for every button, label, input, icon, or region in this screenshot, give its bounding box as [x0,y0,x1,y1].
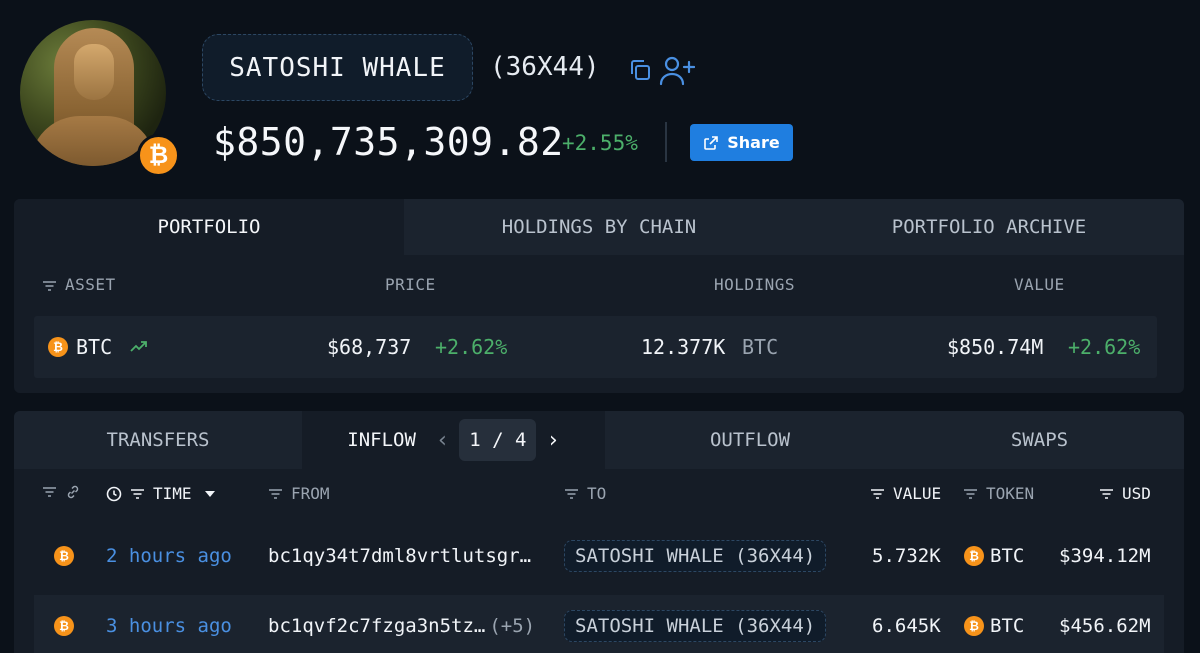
tab-swaps[interactable]: SWAPS [895,411,1184,469]
entity-name: SATOSHI WHALE [229,52,446,83]
column-from[interactable]: FROM [268,484,330,503]
column-value-label: VALUE [893,484,942,503]
table-row[interactable]: ₿ 3 hours ago bc1qvf2c7fzga3n5tz… (+5) S… [34,595,1164,653]
row-to-pill: SATOSHI WHALE (36X44) [564,610,827,642]
btc-icon: ₿ [54,616,74,636]
link-icon [67,485,79,499]
filter-icon [131,488,144,499]
page-indicator: 1 / 4 [459,419,537,461]
tab-transfers[interactable]: TRANSFERS [14,411,302,469]
tab-holdings-by-chain[interactable]: HOLDINGS BY CHAIN [404,199,794,255]
btc-icon: ₿ [964,546,984,566]
row-value: 5.732K [872,545,941,567]
column-price[interactable]: PRICE [385,275,436,294]
tab-portfolio-archive[interactable]: PORTFOLIO ARCHIVE [794,199,1184,255]
asset-price-change: +2.62% [435,335,508,359]
column-from-label: FROM [291,484,330,503]
column-time-label: TIME [153,484,192,503]
filter-icon [1100,488,1113,499]
page-separator: / [492,429,504,451]
btc-icon: ₿ [54,546,74,566]
header-divider [665,122,667,162]
btc-icon: ₿ [48,337,68,357]
filter-icon [43,280,56,291]
chevron-left-icon[interactable]: ‹ [436,428,449,453]
portfolio-card: PORTFOLIO HOLDINGS BY CHAIN PORTFOLIO AR… [14,199,1184,393]
btc-badge-icon: ₿ [137,134,180,177]
row-from-extra: (+5) [489,615,536,637]
row-token-label: BTC [990,615,1025,637]
row-token[interactable]: ₿ BTC [964,525,1024,587]
tab-portfolio[interactable]: PORTFOLIO [14,199,404,255]
filter-icon [565,488,578,499]
column-token[interactable]: TOKEN [963,484,1034,503]
tab-inflow-label: INFLOW [347,429,416,451]
row-usd: $394.12M [1059,545,1151,567]
external-link-icon [704,135,719,150]
asset-cell: ₿ BTC [48,316,148,378]
pagination: ‹ 1 / 4 › [436,419,560,461]
filter-icon [269,488,282,499]
asset-holdings-unit: BTC [742,335,779,359]
tab-outflow[interactable]: OUTFLOW [605,411,895,469]
transfer-tabs: TRANSFERS INFLOW ‹ 1 / 4 › OUTFLOW SWAPS [14,411,1184,469]
tab-inflow[interactable]: INFLOW ‹ 1 / 4 › [302,411,605,469]
entity-name-pill[interactable]: SATOSHI WHALE [202,34,473,101]
asset-symbol: BTC [76,335,113,359]
asset-row[interactable]: ₿ BTC $68,737 +2.62% 12.377K BTC $850.74… [34,316,1157,378]
clock-icon [106,486,122,501]
row-value: 6.645K [872,615,941,637]
chevron-right-icon[interactable]: › [546,428,559,453]
asset-price: $68,737 [327,335,412,359]
entity-id-suffix: (36X44) [490,52,600,82]
column-to-label: TO [587,484,607,503]
row-to[interactable]: SATOSHI WHALE (36X44) [564,595,827,653]
page-current: 1 [469,429,481,451]
filter-icon [43,487,56,497]
page-total: 4 [515,429,527,451]
trend-up-icon [130,341,148,352]
column-filters[interactable] [42,484,81,500]
portfolio-tabs: PORTFOLIO HOLDINGS BY CHAIN PORTFOLIO AR… [14,199,1184,255]
column-usd-label: USD [1122,484,1151,503]
column-holdings[interactable]: HOLDINGS [714,275,795,294]
column-token-label: TOKEN [986,484,1035,503]
row-from[interactable]: bc1qy34t7dml8vrtlutsgr… [268,525,531,587]
add-user-icon[interactable] [659,54,695,86]
total-change-percent: +2.55% [562,131,638,155]
row-usd: $456.62M [1059,615,1151,637]
column-value[interactable]: VALUE [870,484,941,503]
row-time[interactable]: 3 hours ago [106,595,232,653]
share-button[interactable]: Share [690,124,793,161]
row-to[interactable]: SATOSHI WHALE (36X44) [564,525,827,587]
asset-value: $850.74M [947,335,1044,359]
copy-icon[interactable] [628,58,652,82]
btc-icon: ₿ [964,616,984,636]
column-to[interactable]: TO [564,484,606,503]
row-chain-icon: ₿ [54,595,74,653]
asset-holdings: 12.377K [641,335,726,359]
column-asset-label: ASSET [65,275,116,294]
share-label: Share [727,133,780,152]
filter-icon [871,488,884,499]
column-time[interactable]: TIME [106,484,216,503]
row-from-address: bc1qvf2c7fzga3n5tz… [268,615,486,637]
row-to-pill: SATOSHI WHALE (36X44) [564,540,827,572]
column-value[interactable]: VALUE [1014,275,1065,294]
column-asset[interactable]: ASSET [42,275,116,294]
row-time[interactable]: 2 hours ago [106,525,232,587]
row-chain-icon: ₿ [54,525,74,587]
asset-value-change: +2.62% [1068,335,1141,359]
table-row[interactable]: ₿ 2 hours ago bc1qy34t7dml8vrtlutsgr… SA… [34,525,1164,587]
total-portfolio-value: $850,735,309.82 [213,120,564,164]
row-token[interactable]: ₿ BTC [964,595,1024,653]
column-usd[interactable]: USD [1099,484,1151,503]
filter-icon [964,488,977,499]
transfers-card: TRANSFERS INFLOW ‹ 1 / 4 › OUTFLOW SWAPS… [14,411,1184,653]
avatar-face [74,44,114,100]
caret-down-icon [204,490,215,497]
row-token-label: BTC [990,545,1025,567]
row-from[interactable]: bc1qvf2c7fzga3n5tz… (+5) [268,595,535,653]
